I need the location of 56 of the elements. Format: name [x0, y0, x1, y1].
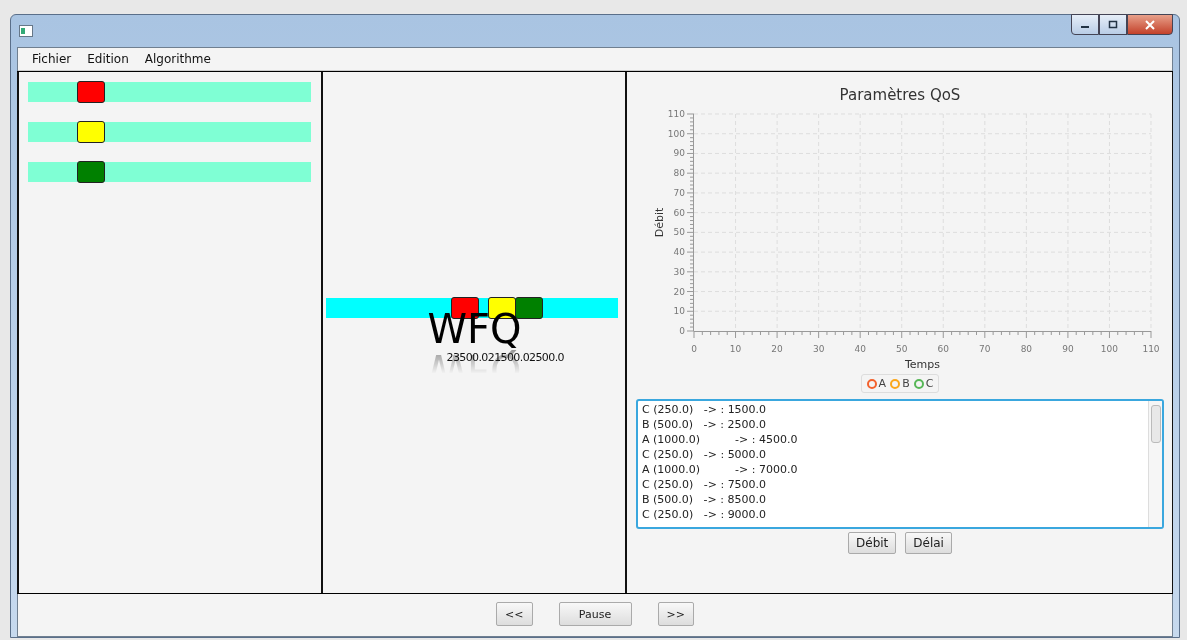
chart-mode-button[interactable]: Débit — [848, 532, 897, 554]
log-line: B (500.0) -> : 8500.0 — [642, 492, 767, 507]
menu-item[interactable]: Fichier — [26, 50, 78, 68]
y-tick-label: 30 — [673, 266, 685, 277]
x-tick-label: 50 — [896, 344, 908, 354]
log-line: A (1000.0) -> : 7000.0 — [642, 462, 799, 477]
menu-item[interactable]: Algorithme — [138, 50, 217, 68]
x-tick-label: 100 — [1100, 344, 1119, 354]
y-tick-label: 0 — [679, 326, 685, 336]
close-icon — [1145, 19, 1155, 30]
x-tick-label: 70 — [979, 344, 991, 354]
y-tick-label: 40 — [673, 247, 685, 258]
minimize-button[interactable] — [1071, 14, 1099, 35]
y-tick-label: 110 — [667, 109, 685, 119]
playback-button[interactable]: Pause — [558, 602, 632, 626]
y-tick-label: 20 — [673, 286, 685, 297]
log-line: C (250.0) -> : 9000.0 — [642, 507, 768, 522]
x-tick-label: 80 — [1020, 344, 1033, 354]
scrollbar[interactable] — [1148, 401, 1162, 527]
y-tick-label: 70 — [673, 187, 685, 198]
algorithm-label: WFQ — [427, 306, 522, 352]
legend-label: A — [878, 377, 887, 390]
x-tick-label: 60 — [937, 344, 949, 354]
close-button[interactable] — [1127, 14, 1173, 35]
log-line: B (500.0) -> : 2500.0 — [642, 417, 767, 432]
x-tick-label: 20 — [771, 344, 783, 354]
log-line: C (250.0) -> : 1500.0 — [642, 402, 768, 417]
y-tick-label: 100 — [667, 128, 685, 139]
log-line: C (250.0) -> : 7500.0 — [642, 477, 768, 492]
x-axis-label: Temps — [905, 358, 940, 371]
x-tick-label: 0 — [691, 344, 697, 354]
app-icon — [19, 25, 33, 37]
legend-label: C — [925, 377, 934, 390]
y-axis-label: Débit — [653, 207, 666, 238]
x-tick-label: 10 — [729, 344, 742, 354]
maximize-button[interactable] — [1099, 14, 1127, 35]
y-tick-label: 10 — [673, 306, 685, 317]
x-tick-label: 40 — [854, 344, 866, 354]
menu-item[interactable]: Edition — [81, 50, 135, 68]
chart-title: Paramètres QoS — [839, 86, 961, 104]
playback-button[interactable]: >> — [657, 602, 694, 626]
legend-label: B — [902, 377, 910, 390]
playback-button[interactable]: << — [496, 602, 533, 626]
y-tick-label: 60 — [673, 207, 685, 218]
chart-mode-button[interactable]: Délai — [905, 532, 952, 554]
x-tick-label: 90 — [1062, 344, 1074, 354]
y-tick-label: 50 — [673, 227, 685, 238]
x-tick-label: 30 — [812, 344, 825, 354]
y-tick-label: 90 — [673, 148, 685, 159]
y-tick-label: 80 — [673, 168, 685, 179]
x-tick-label: 110 — [1142, 344, 1160, 354]
maximize-icon — [1108, 20, 1118, 29]
log-text-area[interactable]: C (250.0) -> : 1500.0 B (500.0) -> : 2500.0 A (1000.0) -> : 4500.0 C (250.0) -> : 5000.0 A (1000.0) -> : 7000.0 C (250.0) -> : 7500.0 B (500.0) -> : 8500.0 C (250.0) -> : 9000.0 — [636, 399, 1164, 529]
log-line: C (250.0) -> : 5000.0 — [642, 447, 768, 462]
finish-time-labels: 23500.021500.02500.0 — [446, 351, 564, 364]
log-line: A (1000.0) -> : 4500.0 — [642, 432, 799, 447]
